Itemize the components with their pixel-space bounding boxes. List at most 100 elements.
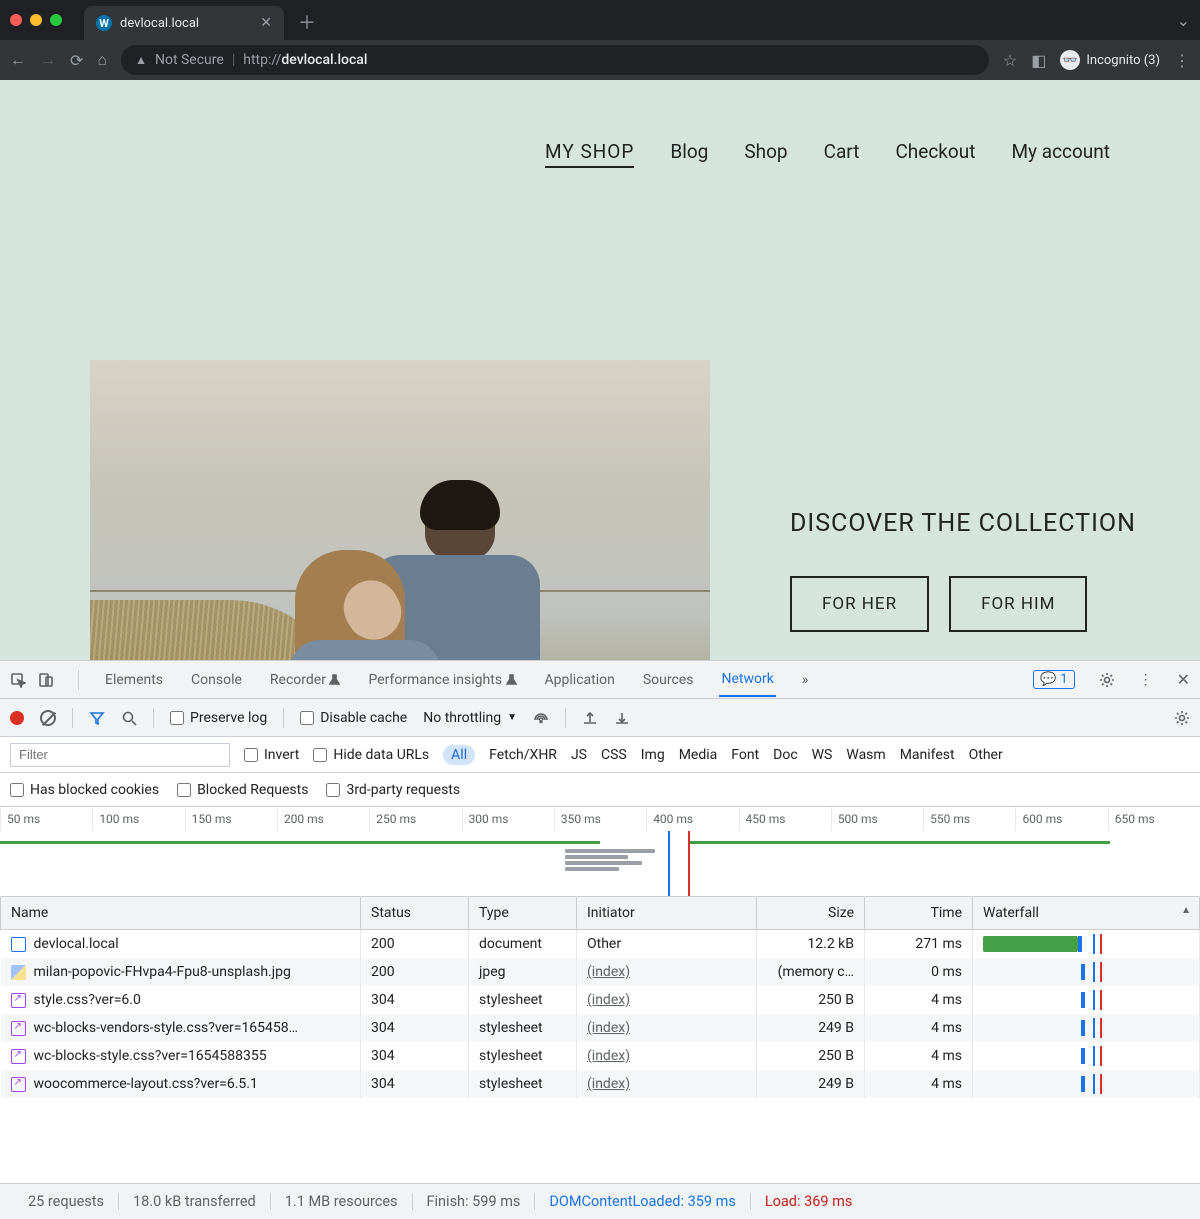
home-button[interactable]: ⌂ bbox=[97, 50, 107, 70]
file-type-icon bbox=[11, 937, 26, 952]
table-row[interactable]: milan-popovic-FHvpa4-Fpu8-unsplash.jpg 2… bbox=[1, 958, 1200, 986]
throttling-select[interactable]: No throttling ▼ bbox=[423, 710, 517, 726]
tab-network[interactable]: Network bbox=[719, 663, 775, 697]
tabs-more-icon[interactable]: » bbox=[800, 664, 811, 696]
devtools-tabstrip: Elements Console Recorder Performance in… bbox=[0, 661, 1200, 699]
nav-blog[interactable]: Blog bbox=[670, 140, 708, 168]
type-media[interactable]: Media bbox=[679, 747, 718, 763]
tab-recorder[interactable]: Recorder bbox=[268, 664, 343, 696]
timeline-tick: 600 ms bbox=[1015, 807, 1107, 831]
nav-account[interactable]: My account bbox=[1011, 140, 1110, 168]
table-row[interactable]: woocommerce-layout.css?ver=6.5.1 304 sty… bbox=[1, 1070, 1200, 1098]
type-ws[interactable]: WS bbox=[812, 747, 833, 763]
timeline-tick: 200 ms bbox=[277, 807, 369, 831]
panel-toggle-icon[interactable]: ◧ bbox=[1031, 51, 1046, 70]
window-close-icon[interactable] bbox=[10, 14, 22, 26]
window-minimize-icon[interactable] bbox=[30, 14, 42, 26]
nav-shop[interactable]: Shop bbox=[744, 140, 787, 168]
export-har-icon[interactable] bbox=[614, 710, 630, 726]
hide-data-urls-checkbox[interactable]: Hide data URLs bbox=[313, 747, 429, 763]
incognito-indicator[interactable]: 👓 Incognito (3) bbox=[1060, 50, 1160, 70]
blocked-cookies-checkbox[interactable]: Has blocked cookies bbox=[10, 782, 159, 798]
flask-icon bbox=[329, 674, 340, 685]
preserve-log-checkbox[interactable]: Preserve log bbox=[170, 710, 267, 726]
tabs-overflow-icon[interactable]: ⌄ bbox=[1177, 11, 1190, 30]
blocked-requests-checkbox[interactable]: Blocked Requests bbox=[177, 782, 308, 798]
hero-section: DISCOVER THE COLLECTION FOR HER FOR HIM bbox=[90, 360, 1136, 660]
nav-brand[interactable]: MY SHOP bbox=[545, 140, 634, 168]
network-settings-icon[interactable] bbox=[1174, 710, 1190, 726]
tab-performance-insights[interactable]: Performance insights bbox=[366, 664, 518, 696]
col-type[interactable]: Type bbox=[469, 897, 577, 930]
nav-cart[interactable]: Cart bbox=[824, 140, 860, 168]
timeline-tick: 450 ms bbox=[739, 807, 831, 831]
col-status[interactable]: Status bbox=[361, 897, 469, 930]
timeline-tick: 250 ms bbox=[369, 807, 461, 831]
status-requests: 25 requests bbox=[14, 1193, 119, 1210]
third-party-checkbox[interactable]: 3rd-party requests bbox=[326, 782, 460, 798]
reload-button[interactable]: ⟳ bbox=[70, 51, 83, 70]
clear-button[interactable] bbox=[40, 710, 56, 726]
devtools-settings-icon[interactable] bbox=[1099, 672, 1115, 688]
back-button[interactable]: ← bbox=[10, 50, 26, 70]
inspect-element-icon[interactable] bbox=[10, 672, 26, 688]
address-bar[interactable]: ▲ Not Secure | http://devlocal.local bbox=[121, 45, 989, 75]
bookmark-icon[interactable]: ☆ bbox=[1003, 51, 1017, 70]
devtools-menu-icon[interactable]: ⋮ bbox=[1139, 672, 1153, 688]
status-dcl: DOMContentLoaded: 359 ms bbox=[535, 1193, 750, 1210]
import-har-icon[interactable] bbox=[582, 710, 598, 726]
cta-for-her-button[interactable]: FOR HER bbox=[790, 576, 929, 632]
col-waterfall[interactable]: Waterfall▲ bbox=[973, 897, 1200, 930]
search-icon[interactable] bbox=[121, 710, 137, 726]
type-all[interactable]: All bbox=[443, 745, 475, 765]
window-zoom-icon[interactable] bbox=[50, 14, 62, 26]
table-row[interactable]: style.css?ver=6.0 304 stylesheet (index)… bbox=[1, 986, 1200, 1014]
type-font[interactable]: Font bbox=[731, 747, 759, 763]
new-tab-button[interactable]: ＋ bbox=[298, 9, 316, 35]
timeline-detail-bars bbox=[565, 849, 655, 873]
type-img[interactable]: Img bbox=[641, 747, 665, 763]
type-js[interactable]: JS bbox=[571, 747, 587, 763]
hero-image bbox=[90, 360, 710, 660]
tab-elements[interactable]: Elements bbox=[103, 664, 165, 696]
flask-icon bbox=[506, 674, 517, 685]
col-initiator[interactable]: Initiator bbox=[577, 897, 757, 930]
table-row[interactable]: devlocal.local 200 document Other 12.2 k… bbox=[1, 930, 1200, 959]
record-button[interactable] bbox=[10, 711, 24, 725]
type-manifest[interactable]: Manifest bbox=[900, 747, 955, 763]
forward-button[interactable]: → bbox=[40, 50, 56, 70]
tab-close-icon[interactable]: ✕ bbox=[260, 15, 272, 31]
timeline-tick: 150 ms bbox=[185, 807, 277, 831]
status-load: Load: 369 ms bbox=[751, 1193, 867, 1210]
type-wasm[interactable]: Wasm bbox=[846, 747, 885, 763]
not-secure-icon: ▲ bbox=[135, 53, 147, 67]
tab-sources[interactable]: Sources bbox=[641, 664, 696, 696]
device-toggle-icon[interactable] bbox=[38, 672, 54, 688]
invert-checkbox[interactable]: Invert bbox=[244, 747, 299, 763]
tab-application[interactable]: Application bbox=[543, 664, 617, 696]
tab-console[interactable]: Console bbox=[189, 664, 244, 696]
type-other[interactable]: Other bbox=[969, 747, 1003, 763]
network-conditions-icon[interactable] bbox=[533, 710, 549, 726]
issues-badge[interactable]: 💬 1 bbox=[1033, 670, 1075, 689]
table-row[interactable]: wc-blocks-vendors-style.css?ver=165458… … bbox=[1, 1014, 1200, 1042]
filter-toggle-icon[interactable] bbox=[89, 710, 105, 726]
webpage-viewport: MY SHOP Blog Shop Cart Checkout My accou… bbox=[0, 80, 1200, 660]
type-css[interactable]: CSS bbox=[601, 747, 627, 763]
browser-tab[interactable]: W devlocal.local ✕ bbox=[84, 6, 284, 40]
type-doc[interactable]: Doc bbox=[773, 747, 798, 763]
col-name[interactable]: Name bbox=[1, 897, 361, 930]
col-time[interactable]: Time bbox=[865, 897, 973, 930]
timeline-tick: 500 ms bbox=[831, 807, 923, 831]
nav-checkout[interactable]: Checkout bbox=[895, 140, 975, 168]
table-row[interactable]: wc-blocks-style.css?ver=1654588355 304 s… bbox=[1, 1042, 1200, 1070]
network-timeline[interactable]: 50 ms100 ms150 ms200 ms250 ms300 ms350 m… bbox=[0, 807, 1200, 897]
disable-cache-checkbox[interactable]: Disable cache bbox=[300, 710, 407, 726]
type-fetch[interactable]: Fetch/XHR bbox=[489, 747, 557, 763]
browser-menu-icon[interactable]: ⋮ bbox=[1174, 51, 1190, 70]
col-size[interactable]: Size bbox=[757, 897, 865, 930]
wordpress-favicon-icon: W bbox=[96, 15, 112, 31]
cta-for-him-button[interactable]: FOR HIM bbox=[949, 576, 1087, 632]
devtools-close-icon[interactable]: ✕ bbox=[1177, 670, 1190, 689]
filter-input[interactable] bbox=[10, 743, 230, 767]
